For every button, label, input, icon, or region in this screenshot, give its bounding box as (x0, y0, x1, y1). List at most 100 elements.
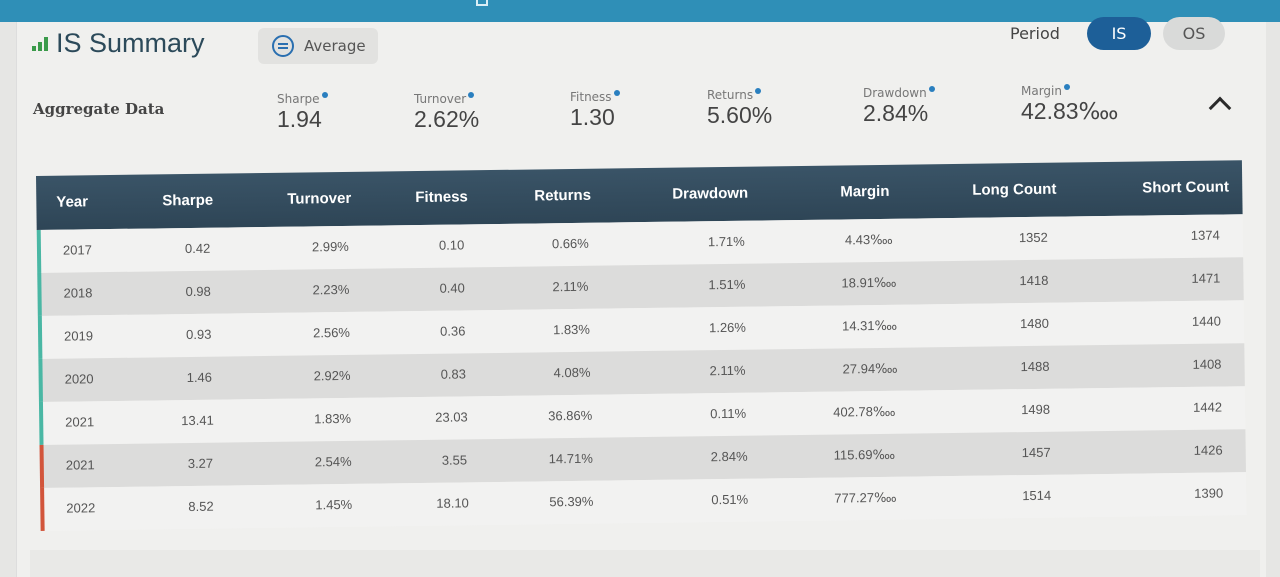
cell-margin: 27.94‱ (842, 360, 898, 377)
cell-margin: 14.31‱ (841, 317, 898, 334)
metric-value: 1.30 (570, 104, 615, 130)
cell-short-count: 1471 (1191, 270, 1221, 286)
period-label: Period (1010, 24, 1060, 43)
cell-margin: 115.69‱ (833, 446, 896, 463)
metric-fitness: Fitness 1.30 (570, 90, 620, 131)
metric-value: 2.62% (414, 106, 480, 132)
info-dot-icon[interactable] (1064, 84, 1070, 90)
cell-turnover: 2.92% (313, 367, 351, 384)
column-header-returns[interactable]: Returns (534, 187, 591, 205)
cell-long-count: 1418 (1019, 272, 1049, 289)
column-header-year[interactable]: Year (56, 193, 88, 210)
cell-returns: 36.86% (548, 407, 593, 424)
cell-margin: 4.43‱ (844, 231, 893, 248)
cell-drawdown: 1.51% (708, 276, 746, 293)
period-is-button[interactable]: IS (1087, 17, 1151, 50)
cell-drawdown: 2.84% (710, 448, 748, 465)
cell-returns: 56.39% (549, 493, 594, 510)
cell-long-count: 1480 (1019, 315, 1050, 332)
cell-short-count: 1374 (1190, 227, 1220, 243)
column-header-fitness[interactable]: Fitness (415, 188, 468, 206)
column-header-margin[interactable]: Margin (840, 183, 889, 201)
column-header-long-count[interactable]: Long Count (972, 181, 1056, 199)
cell-sharpe: 3.27 (187, 455, 214, 472)
cell-sharpe: 0.42 (184, 240, 211, 257)
cell-long-count: 1514 (1022, 487, 1052, 504)
cell-turnover: 1.83% (314, 410, 352, 427)
cell-long-count: 1488 (1020, 358, 1050, 375)
bar-chart-icon (32, 36, 48, 51)
column-header-short-count[interactable]: Short Count (1142, 178, 1229, 196)
info-dot-icon[interactable] (755, 88, 762, 94)
panel-footer (30, 550, 1260, 577)
cell-turnover: 2.56% (312, 324, 351, 341)
metric-name: Drawdown (863, 86, 927, 100)
metric-margin: Margin 42.83‱ (1021, 84, 1118, 125)
metric-sharpe: Sharpe 1.94 (277, 92, 328, 133)
summary-title-wrap: IS Summary (32, 28, 205, 59)
column-header-turnover[interactable]: Turnover (287, 190, 351, 208)
cell-sharpe: 1.46 (186, 369, 213, 386)
cell-fitness: 23.03 (435, 409, 468, 425)
cell-turnover: 2.99% (311, 238, 349, 255)
cell-short-count: 1426 (1193, 442, 1223, 458)
metric-name: Returns (707, 88, 754, 102)
cell-long-count: 1498 (1021, 401, 1051, 418)
cell-year: 2017 (62, 242, 92, 258)
cell-year: 2021 (65, 457, 95, 473)
cell-year: 2018 (63, 285, 93, 301)
cell-margin: 18.91‱ (841, 274, 897, 291)
info-dot-icon[interactable] (613, 90, 620, 96)
cell-fitness: 0.36 (439, 323, 466, 339)
cell-fitness: 0.10 (438, 237, 465, 253)
cell-margin: 402.78‱ (833, 403, 896, 420)
cell-fitness: 0.40 (439, 280, 465, 296)
cell-year: 2019 (64, 328, 94, 344)
cell-year: 2021 (65, 414, 95, 430)
yearly-summary-table: Year Sharpe Turnover Fitness Returns Dra… (36, 160, 1247, 536)
cell-fitness: 3.55 (441, 452, 468, 468)
cell-long-count: 1457 (1021, 444, 1051, 461)
cell-sharpe: 0.93 (185, 326, 212, 343)
cell-returns: 1.83% (552, 321, 591, 338)
metric-name: Turnover (414, 92, 467, 106)
cell-short-count: 1442 (1193, 399, 1223, 415)
metric-name: Sharpe (277, 92, 320, 106)
cell-drawdown: 2.11% (709, 362, 746, 379)
metric-drawdown: Drawdown 2.84% (863, 86, 935, 127)
cell-short-count: 1408 (1192, 356, 1222, 372)
cell-year: 2022 (66, 500, 96, 516)
info-dot-icon[interactable] (928, 86, 935, 92)
cell-long-count: 1352 (1018, 229, 1048, 246)
cell-returns: 2.11% (552, 278, 589, 295)
metric-value: 42.83‱ (1021, 98, 1119, 124)
list-circle-icon (272, 35, 294, 57)
open-icon (476, 0, 488, 6)
metric-value: 5.60% (707, 102, 773, 128)
cell-sharpe: 0.98 (185, 283, 211, 300)
metric-name: Margin (1021, 84, 1062, 98)
metric-turnover: Turnover 2.62% (414, 92, 479, 133)
cell-returns: 4.08% (553, 364, 591, 381)
aggregate-data-label: Aggregate Data (33, 100, 165, 118)
cell-turnover: 1.45% (315, 496, 353, 513)
cell-drawdown: 1.26% (708, 319, 747, 336)
average-toggle-button[interactable]: Average (258, 28, 378, 64)
cell-fitness: 18.10 (436, 495, 469, 511)
cell-year: 2020 (64, 371, 94, 387)
cell-drawdown: 1.71% (707, 233, 745, 250)
top-bar (0, 0, 1280, 22)
cell-short-count: 1440 (1191, 313, 1222, 329)
column-header-sharpe[interactable]: Sharpe (162, 192, 213, 210)
metric-value: 2.84% (863, 100, 929, 126)
cell-drawdown: 0.11% (710, 405, 747, 422)
info-dot-icon[interactable] (468, 92, 475, 98)
column-header-drawdown[interactable]: Drawdown (672, 185, 748, 203)
metric-returns: Returns 5.60% (707, 88, 772, 129)
info-dot-icon[interactable] (321, 92, 328, 98)
cell-fitness: 0.83 (440, 366, 467, 382)
cell-returns: 0.66% (551, 235, 589, 252)
page-title: IS Summary (56, 28, 205, 58)
metric-value: 1.94 (277, 106, 322, 132)
period-os-button[interactable]: OS (1163, 17, 1225, 50)
